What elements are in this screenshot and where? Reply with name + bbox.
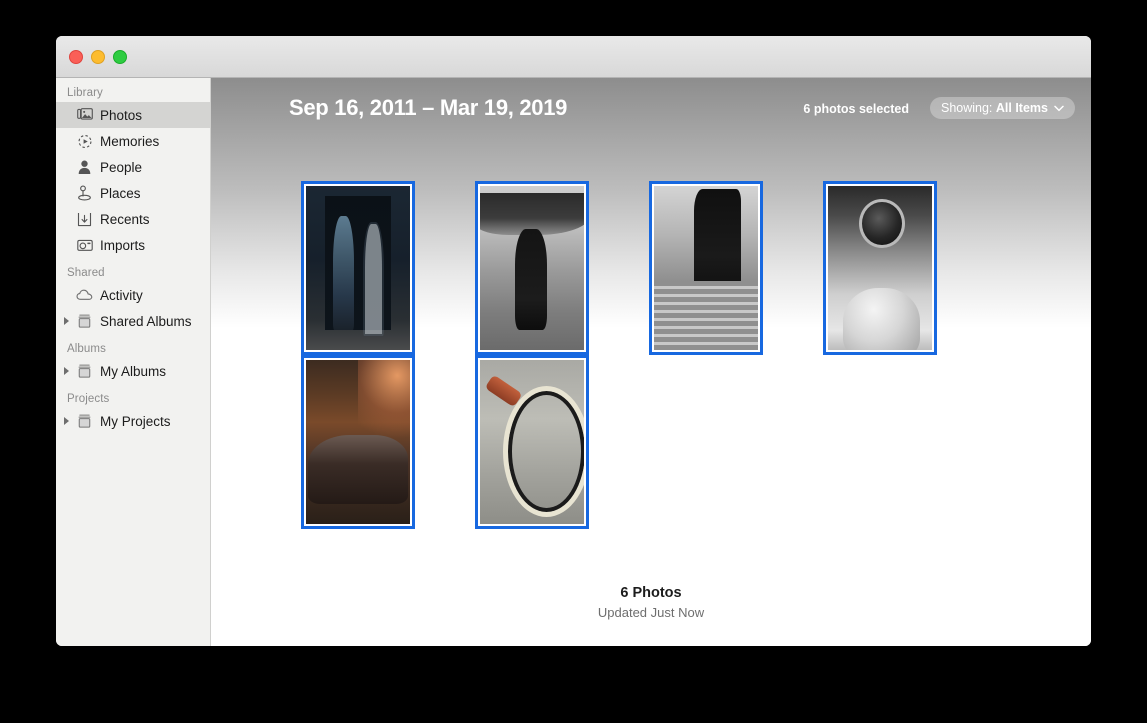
library-photo-count: 6 Photos [620, 585, 682, 601]
sidebar-item-label: Recents [100, 211, 150, 227]
folder-icon [76, 413, 93, 430]
sidebar-item-label: Activity [100, 287, 143, 303]
photo-thumbnail-man-by-airplane[interactable] [475, 181, 589, 355]
sidebar-item-label: Memories [100, 133, 160, 149]
cloud-icon [76, 287, 93, 304]
chevron-right-icon[interactable] [64, 317, 69, 325]
sidebar-item-label: My Projects [100, 413, 171, 429]
showing-filter-label: Showing: All Items [940, 101, 1048, 115]
photo-image [828, 186, 932, 350]
sidebar-item-label: My Albums [100, 363, 167, 379]
traffic-lights [69, 50, 127, 64]
sidebar-section-shared: Shared [67, 267, 105, 279]
sidebar-section-library: Library [67, 87, 103, 99]
photo-thumbnail-couple-in-doorway[interactable] [301, 181, 415, 355]
photo-image [306, 186, 410, 350]
photos-app-window: All Photos [56, 36, 1091, 646]
photo-thumbnail-bicycle-handlebars[interactable] [475, 355, 589, 529]
sidebar-item-recents[interactable]: Recents [56, 206, 210, 232]
minimize-button[interactable] [91, 50, 105, 64]
photo-cell [301, 181, 475, 355]
photo-cell [649, 181, 823, 355]
recents-icon [76, 211, 93, 228]
photo-image [480, 360, 584, 524]
maximize-button[interactable] [113, 50, 127, 64]
library-updated-label: Updated Just Now [597, 605, 705, 620]
chevron-down-icon [1054, 105, 1064, 111]
sidebar-item-label: Photos [100, 107, 143, 123]
photos-icon [76, 107, 93, 124]
photo-cell [475, 355, 649, 529]
selection-count-label: 6 photos selected [803, 102, 909, 116]
sidebar-section-projects: Projects [67, 393, 110, 405]
sidebar-item-photos[interactable]: Photos [56, 102, 210, 128]
photo-thumbnail-person-walking-steps[interactable] [649, 181, 763, 355]
photo-image [480, 186, 584, 350]
photo-cell [823, 181, 997, 355]
content-area: Sep 16, 2011 – Mar 19, 2019 6 photos sel… [211, 78, 1091, 646]
photo-thumbnail-motorcycle-dashboard[interactable] [823, 181, 937, 355]
sidebar-item-shared-albums[interactable]: Shared Albums [56, 308, 210, 334]
sidebar-item-my-albums[interactable]: My Albums [56, 358, 210, 384]
folder-icon [76, 363, 93, 380]
photo-grid [301, 181, 1091, 529]
showing-filter-button[interactable]: Showing: All Items [929, 97, 1075, 119]
sidebar: Library Photos Memories People Places Re… [56, 78, 211, 646]
sidebar-item-memories[interactable]: Memories [56, 128, 210, 154]
close-button[interactable] [69, 50, 83, 64]
sidebar-item-imports[interactable]: Imports [56, 232, 210, 258]
sidebar-item-my-projects[interactable]: My Projects [56, 408, 210, 434]
photo-image [306, 360, 410, 524]
photo-image [654, 186, 758, 350]
chevron-right-icon[interactable] [64, 367, 69, 375]
sidebar-section-albums: Albums [67, 343, 106, 355]
imports-icon [76, 237, 93, 254]
page-title: Sep 16, 2011 – Mar 19, 2019 [289, 95, 568, 120]
sidebar-item-label: People [100, 159, 143, 175]
folder-icon [76, 313, 93, 330]
people-icon [76, 159, 93, 176]
places-icon [76, 185, 93, 202]
photo-cell [475, 181, 649, 355]
photo-cell [301, 355, 475, 529]
sidebar-item-places[interactable]: Places [56, 180, 210, 206]
content-header: Sep 16, 2011 – Mar 19, 2019 6 photos sel… [211, 78, 1091, 134]
chevron-right-icon[interactable] [64, 417, 69, 425]
sidebar-item-label: Shared Albums [100, 313, 192, 329]
photo-thumbnail-classic-car-street[interactable] [301, 355, 415, 529]
sidebar-item-activity[interactable]: Activity [56, 282, 210, 308]
library-status: 6 Photos Updated Just Now [211, 585, 1091, 620]
sidebar-item-label: Imports [100, 237, 146, 253]
sidebar-item-label: Places [100, 185, 141, 201]
sidebar-item-people[interactable]: People [56, 154, 210, 180]
window-titlebar: All Photos [56, 36, 1091, 105]
memories-icon [76, 133, 93, 150]
